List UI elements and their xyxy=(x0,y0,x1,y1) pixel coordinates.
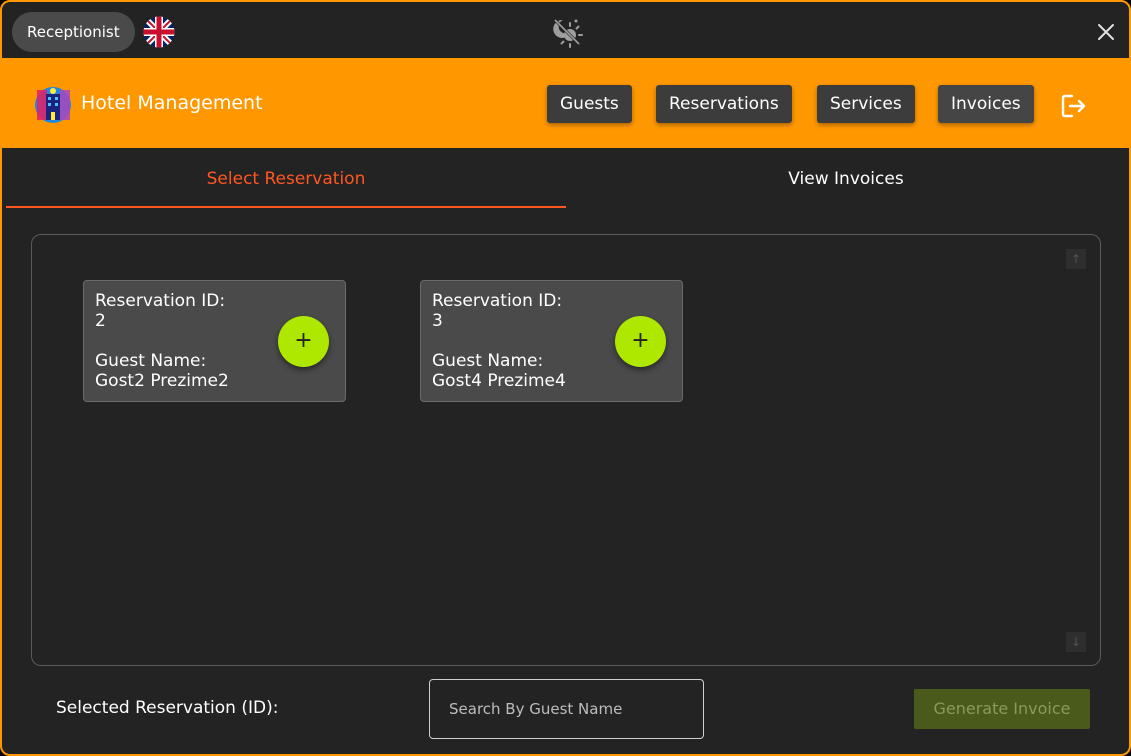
guest-name-label: Guest Name: xyxy=(432,351,544,371)
nav-reservations-button[interactable]: Reservations xyxy=(656,85,792,123)
scroll-down-button[interactable]: ↓ xyxy=(1066,632,1086,652)
close-icon[interactable] xyxy=(1096,22,1116,42)
tab-view-invoices[interactable]: View Invoices xyxy=(566,148,1126,208)
title-bar: Receptionist xyxy=(2,2,1129,58)
tab-select-reservation[interactable]: Select Reservation xyxy=(6,148,566,208)
app-window: Receptionist Hotel Management Guests Res… xyxy=(0,0,1131,756)
reservation-card: Reservation ID: 3 Guest Name: Gost4 Prez… xyxy=(420,280,683,402)
app-title: Hotel Management xyxy=(81,92,263,114)
hotel-logo-icon xyxy=(35,87,71,123)
tab-bar: Select Reservation View Invoices xyxy=(2,148,1129,210)
guest-name-value: Gost4 Prezime4 xyxy=(432,371,566,391)
reservation-id-label: Reservation ID: xyxy=(95,291,226,311)
nav-invoices-button[interactable]: Invoices xyxy=(938,85,1034,123)
reservation-id-value: 2 xyxy=(95,311,106,331)
scroll-up-button[interactable]: ↑ xyxy=(1066,249,1086,269)
reservation-id-value: 3 xyxy=(432,311,443,331)
selected-reservation-label: Selected Reservation (ID): xyxy=(56,698,279,718)
guest-name-label: Guest Name: xyxy=(95,351,207,371)
nav-services-button[interactable]: Services xyxy=(817,85,915,123)
logout-icon[interactable] xyxy=(1060,92,1088,120)
role-badge[interactable]: Receptionist xyxy=(12,12,135,52)
theme-toggle-icon[interactable] xyxy=(549,14,585,50)
reservation-list-panel[interactable]: ↑ ↓ Reservation ID: 2 Guest Name: Gost2 … xyxy=(31,234,1101,666)
guest-search-input[interactable] xyxy=(429,679,704,739)
generate-invoice-button[interactable]: Generate Invoice xyxy=(914,689,1090,729)
nav-guests-button[interactable]: Guests xyxy=(547,85,632,123)
guest-name-value: Gost2 Prezime2 xyxy=(95,371,229,391)
reservation-card: Reservation ID: 2 Guest Name: Gost2 Prez… xyxy=(83,280,346,402)
app-header: Hotel Management Guests Reservations Ser… xyxy=(2,58,1129,148)
select-reservation-button[interactable]: + xyxy=(615,316,666,367)
select-reservation-button[interactable]: + xyxy=(278,316,329,367)
reservation-id-label: Reservation ID: xyxy=(432,291,563,311)
uk-flag-icon[interactable] xyxy=(143,16,175,48)
